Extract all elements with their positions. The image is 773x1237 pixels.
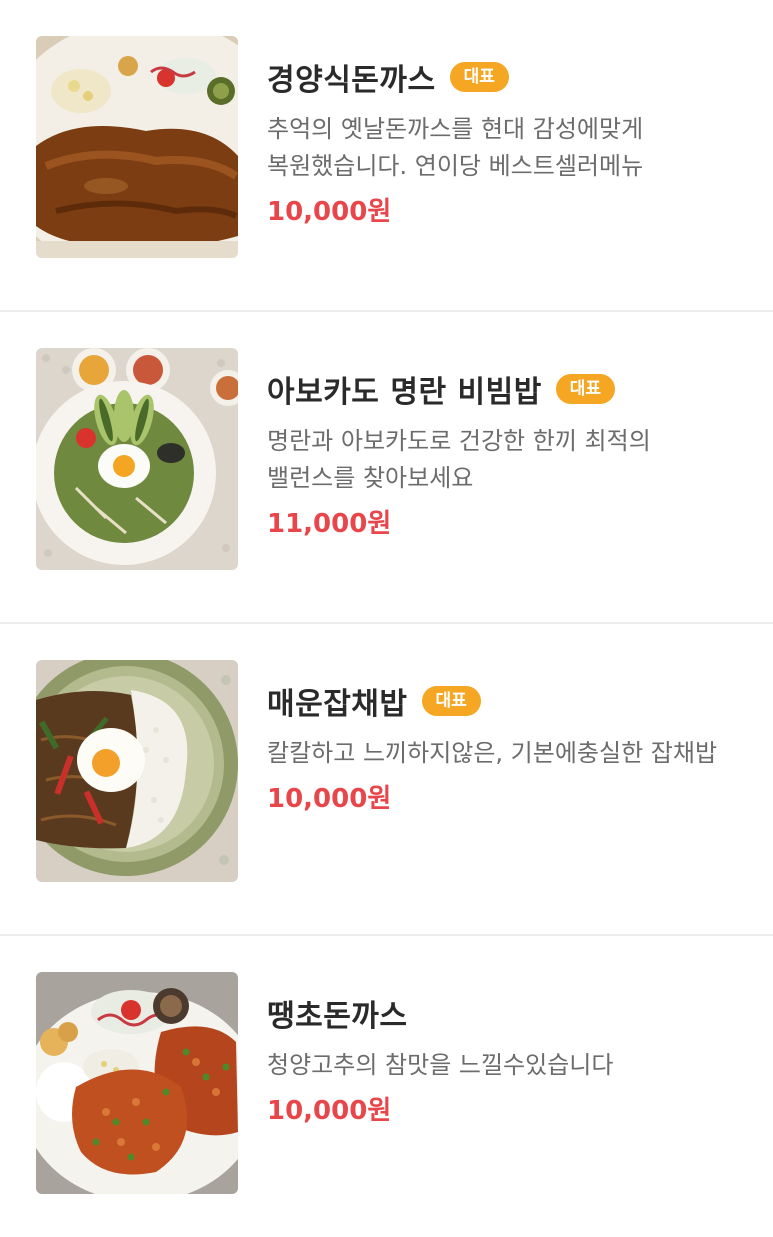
menu-list: 경양식돈까스 대표 추억의 옛날돈까스를 현대 감성에맞게 복원했습니다. 연이… [0,0,773,1236]
menu-info: 경양식돈까스 대표 추억의 옛날돈까스를 현대 감성에맞게 복원했습니다. 연이… [267,55,743,228]
menu-info: 매운잡채밥 대표 칼칼하고 느끼하지않은, 기본에충실한 잡채밥 10,000원 [267,679,743,815]
menu-name: 매운잡채밥 [267,687,408,722]
menu-description: 칼칼하고 느끼하지않은, 기본에충실한 잡채밥 [267,739,718,767]
menu-price: 10,000원 [267,197,392,227]
menu-price: 10,000원 [267,1096,392,1126]
title-row: 경양식돈까스 대표 [267,55,743,99]
menu-item-spicy-katsu[interactable]: 땡초돈까스 청양고추의 참맛을 느낄수있습니다 10,000원 [0,936,773,1236]
menu-item-katsu[interactable]: 경양식돈까스 대표 추억의 옛날돈까스를 현대 감성에맞게 복원했습니다. 연이… [0,0,773,312]
title-row: 아보카도 명란 비빔밥 대표 [267,367,743,411]
food-photo [36,660,238,882]
menu-info: 아보카도 명란 비빔밥 대표 명란과 아보카도로 건강한 한끼 최적의 밸런스를… [267,367,743,540]
menu-item-spicy-japchae[interactable]: 매운잡채밥 대표 칼칼하고 느끼하지않은, 기본에충실한 잡채밥 10,000원 [0,624,773,936]
menu-description: 청양고추의 참맛을 느낄수있습니다 [267,1051,614,1079]
menu-name: 경양식돈까스 [267,63,436,98]
menu-info: 땡초돈까스 청양고추의 참맛을 느낄수있습니다 10,000원 [267,991,743,1127]
signature-badge: 대표 [449,62,509,92]
food-photo [36,36,238,258]
food-photo [36,972,238,1194]
menu-price: 11,000원 [267,509,392,539]
menu-description: 명란과 아보카도로 건강한 한끼 최적의 밸런스를 찾아보세요 [267,427,651,492]
food-photo [36,348,238,570]
menu-name: 땡초돈까스 [267,999,408,1034]
title-row: 매운잡채밥 대표 [267,679,743,723]
menu-name: 아보카도 명란 비빔밥 [267,375,542,410]
menu-item-avocado-bibimbap[interactable]: 아보카도 명란 비빔밥 대표 명란과 아보카도로 건강한 한끼 최적의 밸런스를… [0,312,773,624]
signature-badge: 대표 [421,686,481,716]
signature-badge: 대표 [555,374,616,404]
menu-description: 추억의 옛날돈까스를 현대 감성에맞게 복원했습니다. 연이당 베스트셀러메뉴 [267,115,644,180]
title-row: 땡초돈까스 [267,991,743,1035]
menu-price: 10,000원 [267,784,392,814]
